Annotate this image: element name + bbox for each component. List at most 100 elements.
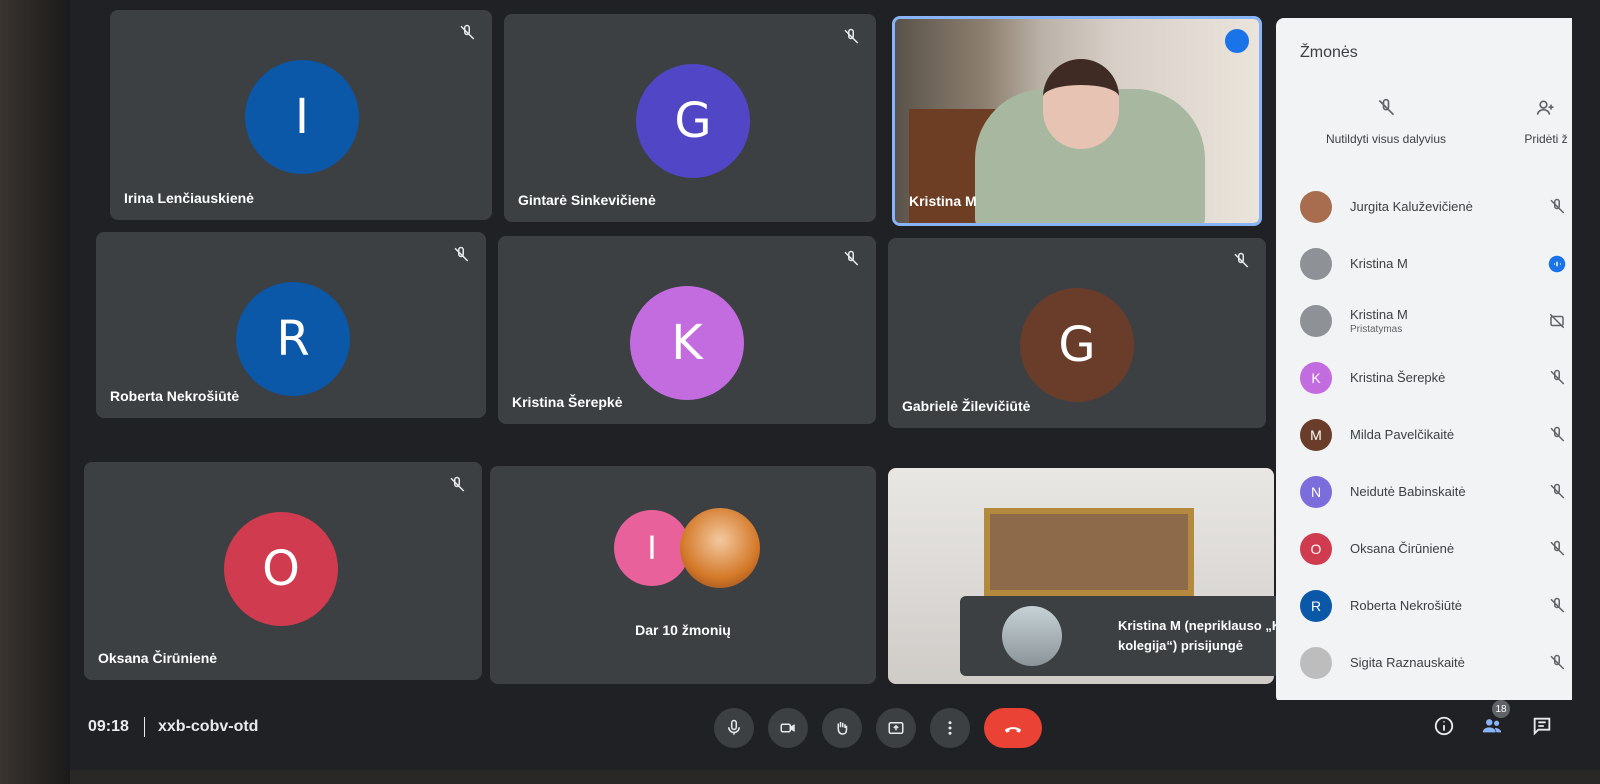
avatar: [1300, 247, 1332, 280]
camera-button[interactable]: [768, 708, 808, 748]
mic-off-icon: [454, 246, 469, 262]
info-icon: [1434, 716, 1454, 736]
mic-off-icon: [844, 250, 859, 266]
participant-list-name: Kristina M: [1350, 306, 1408, 322]
participant-list-item[interactable]: Sigita Raznauskaitė: [1300, 634, 1572, 691]
more-options-button[interactable]: [930, 708, 970, 748]
mute-all-button[interactable]: Nutildyti visus dalyvius: [1306, 98, 1466, 146]
participant-list-item[interactable]: O Oksana Čirūnienė: [1300, 520, 1572, 577]
participant-list-item[interactable]: Kristina M: [1300, 235, 1572, 292]
participant-list-item[interactable]: Kristina M Pristatymas: [1300, 292, 1572, 349]
participant-status: Pristatymas: [1350, 323, 1403, 335]
participant-tile[interactable]: R Roberta Nekrošiūtė: [96, 232, 486, 418]
avatar: I: [245, 60, 359, 174]
mic-off-icon: [1550, 483, 1565, 499]
participant-list-name-wrap: Kristina M: [1350, 256, 1572, 271]
participant-tile-video[interactable]: Kristina M: [892, 16, 1262, 226]
avatar: R: [236, 282, 350, 396]
mic-off-icon: [1550, 540, 1565, 556]
add-person-icon: [1536, 100, 1554, 115]
avatar: K: [630, 286, 744, 400]
participant-name: Gintarė Sinkevičienė: [518, 192, 656, 208]
speaking-indicator-icon: [1225, 29, 1249, 53]
participant-list-name: Kristina Šerepkė: [1350, 370, 1446, 385]
avatar: [1002, 606, 1062, 666]
leave-call-button[interactable]: [984, 708, 1042, 748]
present-screen-icon: [888, 722, 904, 734]
avatar: M: [1300, 418, 1332, 451]
participant-tile[interactable]: K Kristina Šerepkė: [498, 236, 876, 424]
participant-list-name: Kristina M: [1350, 256, 1408, 271]
participant-list-item[interactable]: N Neidutė Babinskaitė: [1300, 463, 1572, 520]
mic-off-icon: [1550, 198, 1565, 214]
chat-button[interactable]: [1530, 714, 1554, 738]
mic-off-icon: [1234, 252, 1249, 268]
participant-name: Oksana Čirūnienė: [98, 650, 218, 666]
add-people-label: Pridėti ž: [1524, 132, 1568, 146]
chat-icon: [1533, 717, 1551, 736]
meeting-details-button[interactable]: [1432, 714, 1456, 738]
avatar: G: [1020, 288, 1134, 402]
meeting-time: 09:18: [88, 718, 129, 735]
mic-off-icon: [1550, 654, 1565, 670]
mic-off-icon: [450, 476, 465, 492]
hang-up-icon: [1004, 727, 1022, 733]
participant-tile[interactable]: G Gintarė Sinkevičienė: [504, 14, 876, 222]
participant-tile[interactable]: I Irina Lenčiauskienė: [110, 10, 492, 220]
participant-name: Kristina Šerepkė: [512, 394, 623, 410]
microphone-button[interactable]: [714, 708, 754, 748]
participant-tile[interactable]: G Gabrielė Žilevičiūtė: [888, 238, 1266, 428]
participant-list-name-wrap: Jurgita Kaluževičienė: [1350, 199, 1572, 214]
mic-off-icon: [1550, 369, 1565, 385]
hand-icon: [837, 722, 848, 735]
avatar: I: [614, 510, 690, 586]
avatar: N: [1300, 475, 1332, 508]
mic-off-icon: [1550, 597, 1565, 613]
presentation-off-icon: [1549, 313, 1565, 328]
meet-window: I Irina Lenčiauskienė G Gintarė Sinkevič…: [70, 0, 1600, 770]
add-people-button[interactable]: Pridėti ž: [1506, 98, 1586, 146]
participant-list-name: Roberta Nekrošiūtė: [1350, 598, 1462, 613]
raise-hand-button[interactable]: [822, 708, 862, 748]
panel-title: Žmonės: [1300, 44, 1358, 61]
mute-all-label: Nutildyti visus dalyvius: [1325, 132, 1447, 146]
participant-list-item[interactable]: R Roberta Nekrošiūtė: [1300, 577, 1572, 634]
avatar: G: [636, 64, 750, 178]
avatar: R: [1300, 589, 1332, 622]
avatar-photo: [680, 508, 760, 588]
more-participants-label: Dar 10 žmonių: [635, 622, 731, 638]
mic-off-icon: [1550, 426, 1565, 442]
more-participants-tile[interactable]: I Dar 10 žmonių: [490, 466, 876, 684]
participant-list-name-wrap: Milda Pavelčikaitė: [1350, 427, 1572, 442]
monitor-bezel: [0, 0, 70, 784]
avatar: [1300, 646, 1332, 679]
photo-frame: I Irina Lenčiauskienė G Gintarė Sinkevič…: [0, 0, 1600, 784]
avatar: [1300, 190, 1332, 223]
participant-list-name-wrap: Kristina M Pristatymas: [1350, 307, 1572, 335]
mic-off-icon: [844, 28, 859, 44]
participant-list-name: Milda Pavelčikaitė: [1350, 427, 1455, 442]
mic-icon: [728, 719, 740, 735]
camera-icon: [780, 723, 795, 733]
participant-list-name: Jurgita Kaluževičienė: [1350, 199, 1473, 214]
bottom-toolbar: 09:18 xxb-cobv-otd 18: [70, 700, 1600, 770]
participant-list-name-wrap: Sigita Raznauskaitė: [1350, 655, 1572, 670]
present-button[interactable]: [876, 708, 916, 748]
participants-list: Jurgita Kaluževičienė Kristina M Kristina …: [1300, 178, 1572, 691]
participant-list-item[interactable]: K Kristina Šerepkė: [1300, 349, 1572, 406]
divider: [144, 717, 145, 737]
participant-list-name: Sigita Raznauskaitė: [1350, 655, 1465, 670]
participant-list-name-wrap: Oksana Čirūnienė: [1350, 541, 1572, 556]
participant-name: Roberta Nekrošiūtė: [110, 388, 240, 404]
mic-off-icon: [1378, 98, 1395, 116]
participant-tile[interactable]: O Oksana Čirūnienė: [84, 462, 482, 680]
participant-list-name: Neidutė Babinskaitė: [1350, 484, 1466, 499]
painting: [984, 508, 1194, 596]
participant-list-item[interactable]: Jurgita Kaluževičienė: [1300, 178, 1572, 235]
participant-list-name-wrap: Kristina Šerepkė: [1350, 370, 1572, 385]
participant-list-item[interactable]: M Milda Pavelčikaitė: [1300, 406, 1572, 463]
avatar: K: [1300, 361, 1332, 394]
avatar: O: [224, 512, 338, 626]
avatar: [1300, 304, 1332, 337]
participant-name: Kristina M: [909, 193, 977, 209]
